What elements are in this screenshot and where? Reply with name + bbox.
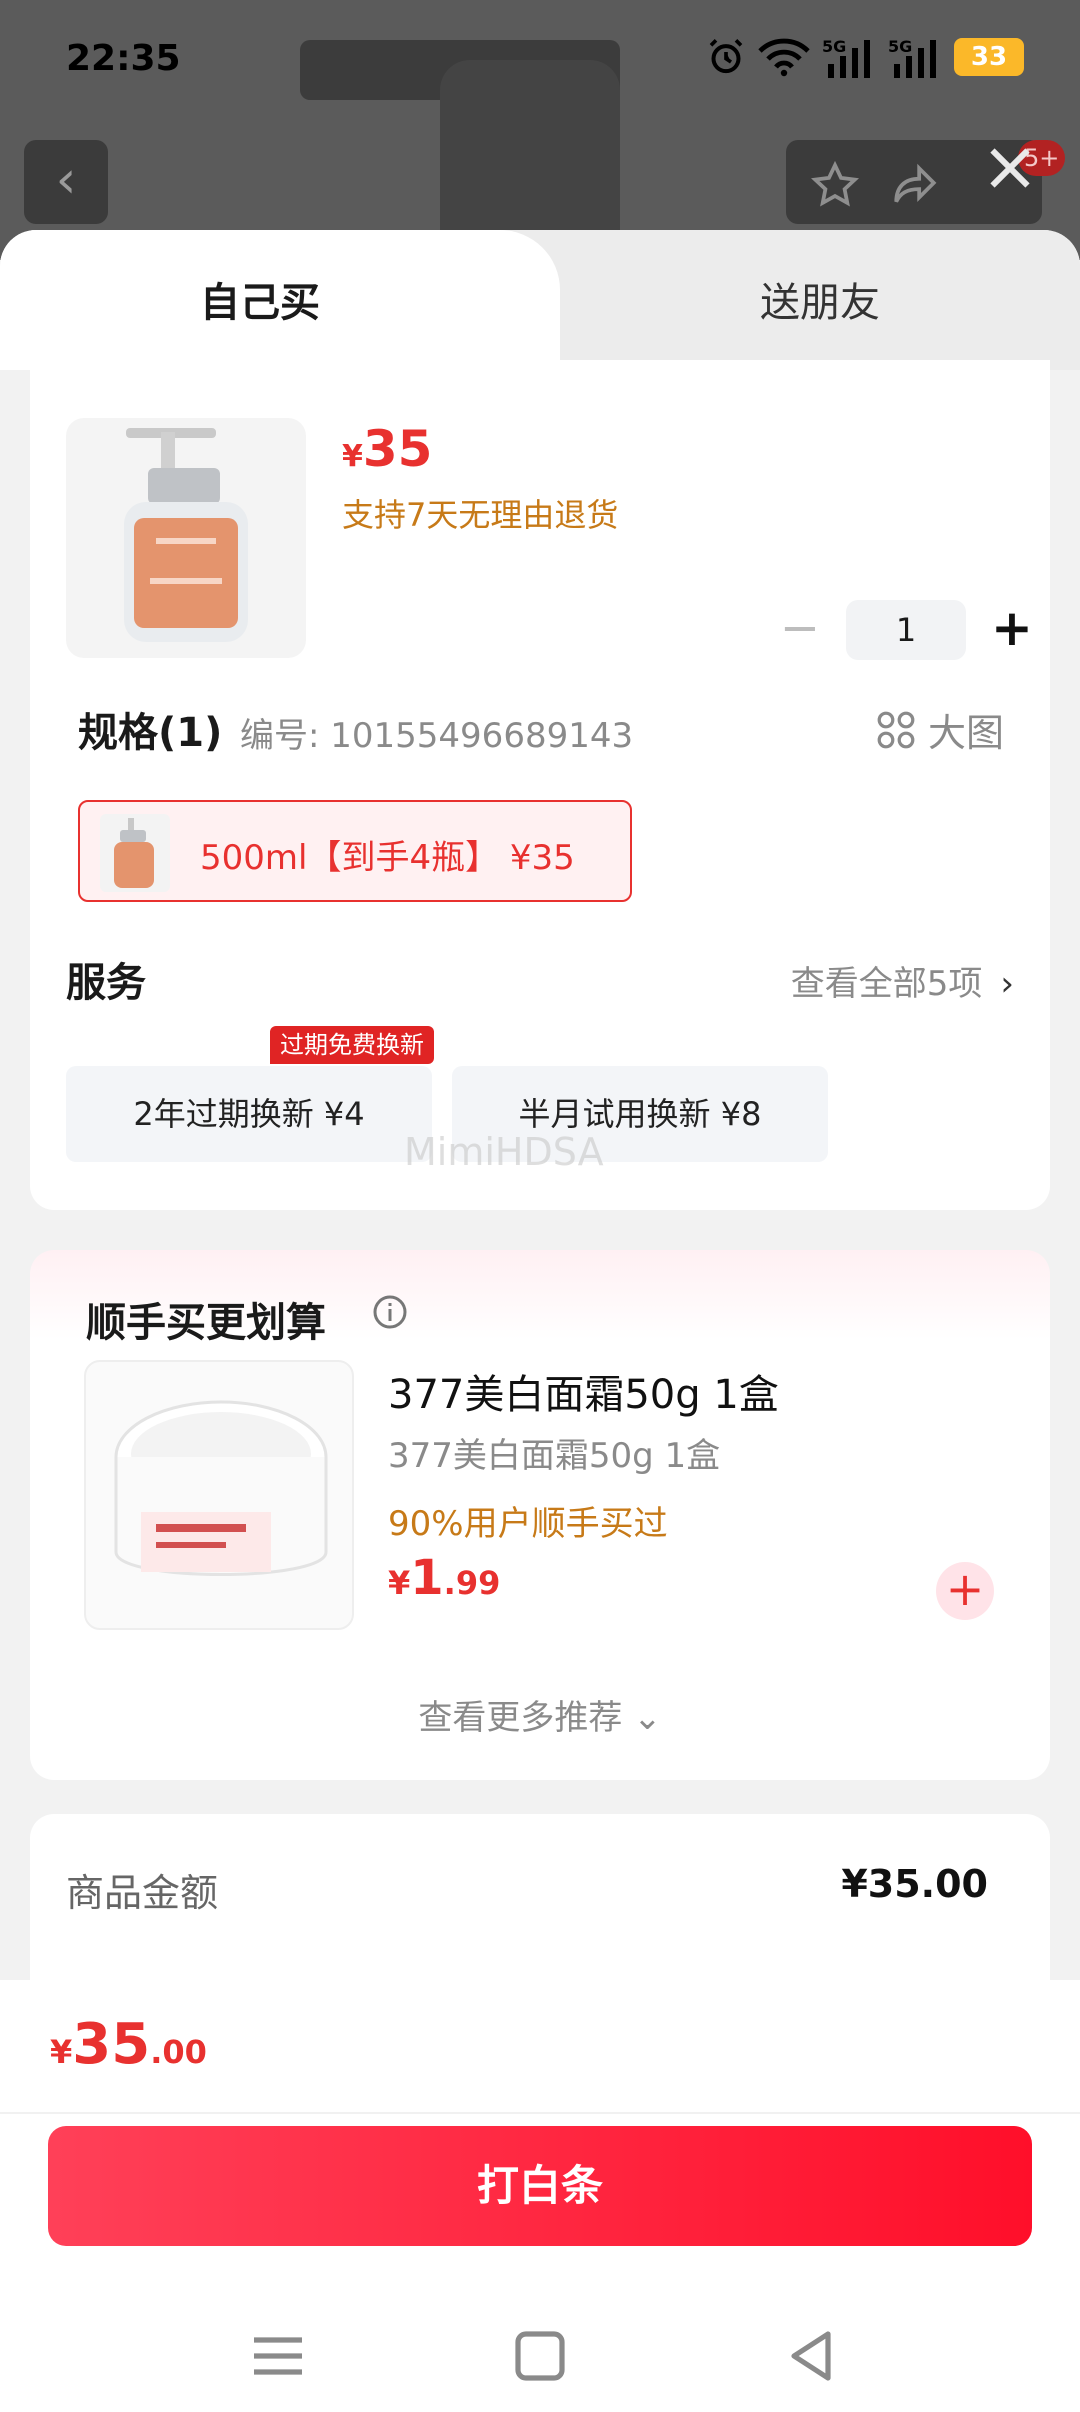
recommend-price-dec: .99 (443, 1564, 501, 1602)
recommend-thumbnail[interactable] (84, 1360, 354, 1630)
spec-code: 编号: 10155496689143 (240, 716, 634, 756)
status-icons: 5G 5G 33 (706, 36, 1024, 78)
back-icon[interactable] (772, 2316, 852, 2396)
menu-icon[interactable] (238, 2316, 318, 2396)
chevron-right-icon: › (1000, 964, 1014, 1004)
share-icon[interactable] (890, 160, 940, 210)
signal-icon-2: 5G (888, 37, 936, 78)
more-recommend-button[interactable]: 查看更多推荐 ⌄ (30, 1690, 1050, 1739)
battery-level: 33 (970, 42, 1008, 72)
increase-button[interactable]: + (982, 600, 1042, 660)
recommend-item-name: 377美白面霜50g 1盒 (388, 1372, 779, 1418)
info-icon[interactable] (372, 1294, 408, 1330)
back-button[interactable]: ‹ (24, 140, 108, 224)
service-view-all[interactable]: 查看全部5项 › (791, 956, 1014, 1005)
checkout-bar: ¥35.00 打白条 (0, 1980, 1080, 2412)
return-policy: 支持7天无理由退货 (342, 496, 619, 534)
purchase-tabs: 送朋友 自己买 (0, 230, 1080, 370)
quantity-stepper: − 1 + (770, 600, 1042, 660)
system-nav-bar (0, 2296, 1080, 2412)
status-time: 22:35 (66, 38, 181, 79)
recommend-item-spec: 377美白面霜50g 1盒 (388, 1436, 721, 1476)
grid-icon (877, 711, 915, 748)
recommend-title: 顺手买更划算 (86, 1300, 326, 1346)
currency-symbol: ¥ (342, 439, 363, 474)
price-value: 35 (362, 420, 433, 478)
pay-button[interactable]: 打白条 (48, 2126, 1032, 2246)
home-icon[interactable] (500, 2316, 580, 2396)
divider (0, 2112, 1080, 2114)
sku-thumbnail (100, 814, 170, 892)
tab-self[interactable]: 自己买 (0, 230, 560, 370)
cream-jar-image (114, 1400, 328, 1576)
tab-gift[interactable]: 送朋友 (560, 230, 1080, 370)
recommend-social-proof: 90%用户顺手买过 (388, 1504, 668, 1544)
recommend-price: ¥1.99 (388, 1550, 500, 1606)
recommend-card: 顺手买更划算 377美白面霜50g 1盒 377美白面霜50g 1盒 90%用户… (30, 1250, 1050, 1780)
sku-label: 500ml【到手4瓶】 ¥35 (200, 838, 575, 878)
product-price: ¥35 (342, 420, 432, 478)
service-promo-tag: 过期免费换新 (270, 1026, 434, 1064)
quantity-input[interactable]: 1 (846, 600, 966, 660)
sku-option-selected[interactable]: 500ml【到手4瓶】 ¥35 (78, 800, 632, 902)
total-currency: ¥ (50, 2033, 73, 2071)
service-title: 服务 (66, 960, 146, 1006)
big-picture-label: 大图 (927, 711, 1004, 755)
amount-label: 商品金额 (66, 1871, 219, 1915)
tab-self-label: 自己买 (200, 280, 320, 326)
watermark: MimiHDSA (404, 1130, 604, 1174)
svg-text:5G: 5G (888, 37, 912, 56)
total-dec: .00 (150, 2033, 207, 2071)
signal-icon-1: 5G (822, 37, 870, 78)
bottle-image (124, 428, 248, 642)
recommend-price-int: 1 (410, 1550, 444, 1606)
add-recommend-button[interactable]: + (936, 1562, 994, 1620)
total-int: 35 (72, 2012, 151, 2077)
recommend-currency: ¥ (388, 1564, 411, 1602)
spec-title: 规格(1) (78, 710, 223, 756)
back-arrow-icon: ‹ (55, 150, 77, 210)
product-thumbnail[interactable] (66, 418, 306, 658)
service-option-1[interactable]: 2年过期换新 ¥4 (66, 1066, 432, 1162)
battery-icon: 33 (954, 38, 1024, 76)
svg-text:5G: 5G (822, 37, 846, 56)
wifi-icon (758, 38, 810, 77)
service-view-all-label: 查看全部5项 (790, 964, 983, 1004)
tab-gift-label: 送朋友 (760, 280, 880, 326)
alarm-icon (709, 39, 743, 74)
star-icon[interactable] (810, 160, 860, 210)
status-bar: 22:35 5G 5G 33 (0, 0, 1080, 120)
big-picture-button[interactable]: 大图 (876, 702, 1004, 757)
total-price: ¥35.00 (50, 2012, 207, 2077)
decrease-button[interactable]: − (770, 600, 830, 660)
close-icon[interactable] (980, 138, 1040, 198)
amount-value: ¥35.00 (841, 1862, 988, 1906)
product-card: ¥35 支持7天无理由退货 − 1 + 规格(1) 编号: 1015549668… (30, 360, 1050, 1210)
